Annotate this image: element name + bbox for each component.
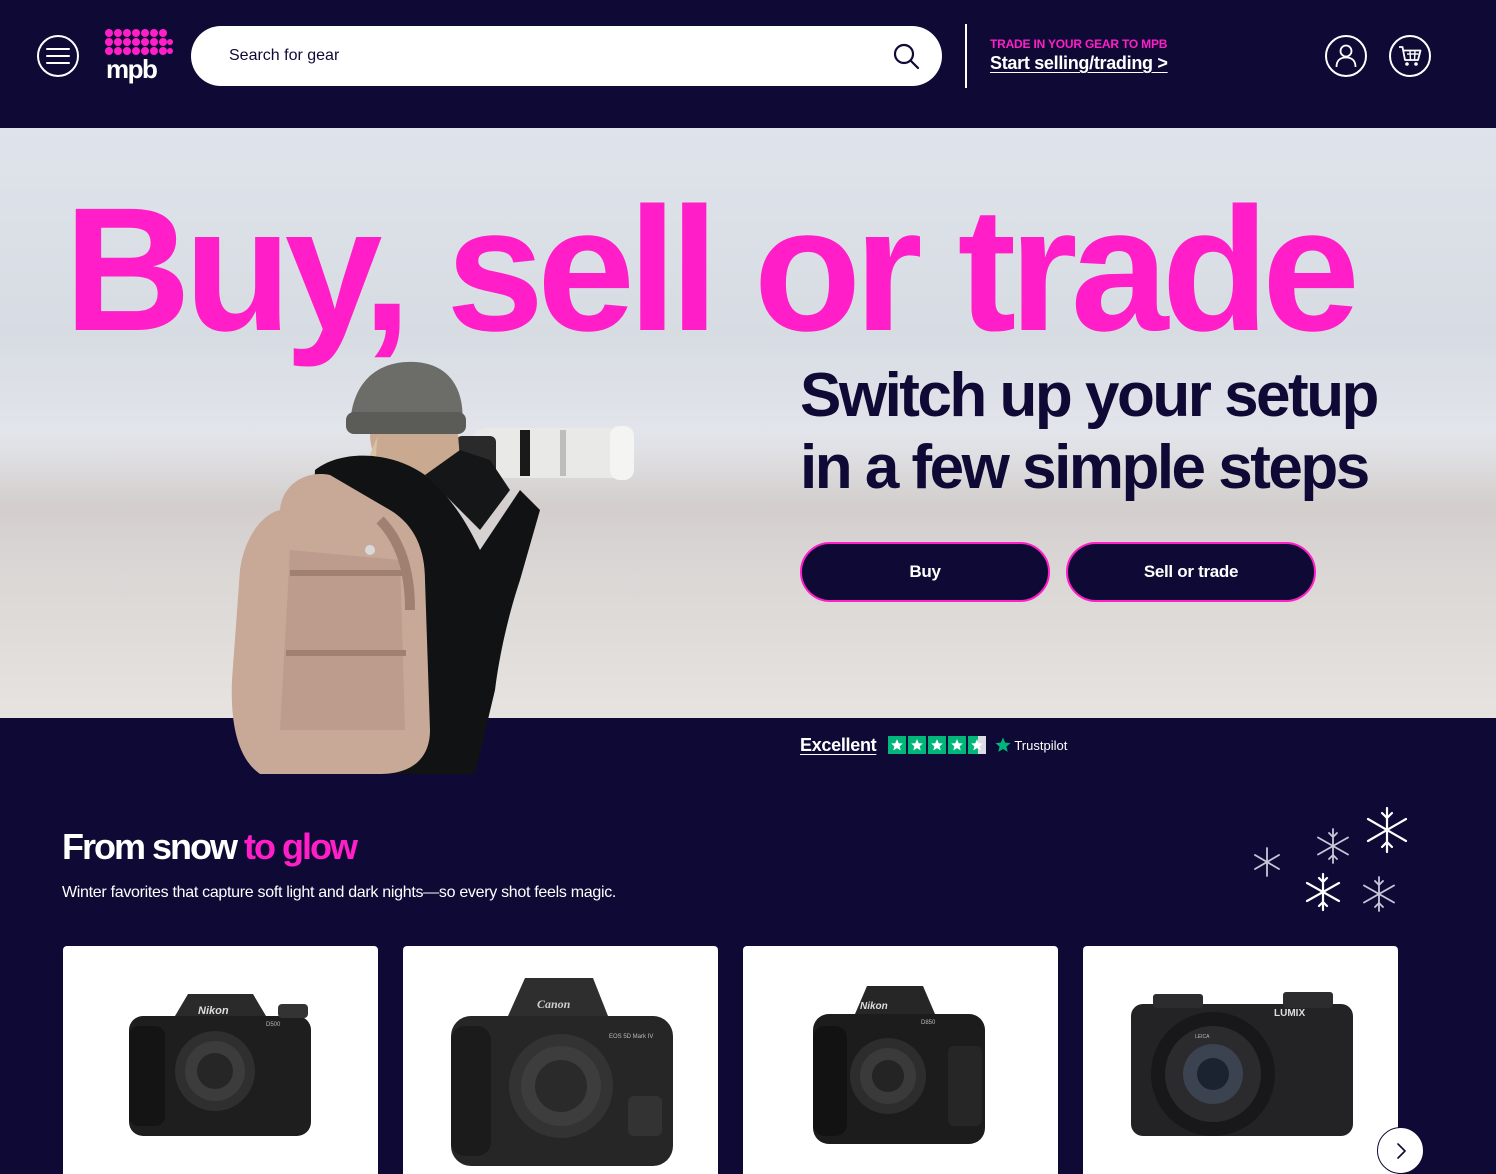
nikon-d850-camera-image: Nikon D850: [813, 986, 985, 1144]
product-card[interactable]: Canon EOS 5D Mark IV: [403, 946, 718, 1174]
account-button[interactable]: [1325, 35, 1367, 77]
canon-5d-camera-image: Canon EOS 5D Mark IV: [451, 978, 673, 1166]
star-icon: [888, 736, 907, 754]
trustpilot-rating[interactable]: Excellent Trustpilot: [800, 733, 1067, 757]
photographer-image: [231, 361, 634, 774]
product-brand: Nikon: [860, 1001, 888, 1012]
product-card[interactable]: Nikon D850: [743, 946, 1058, 1174]
carousel-next-button[interactable]: [1377, 1127, 1424, 1174]
section-title-main: From snow: [62, 826, 245, 867]
product-model: D850: [921, 1020, 936, 1026]
chevron-right-icon: [1396, 1142, 1406, 1159]
snowflakes-decoration: [1254, 806, 1408, 912]
product-brand: Canon: [537, 997, 571, 1011]
product-brand: LUMIX: [1274, 1008, 1305, 1019]
nikon-d500-camera-image: Nikon D500: [129, 994, 311, 1136]
buy-button[interactable]: Buy: [800, 542, 1050, 602]
trustpilot-rating-label[interactable]: Excellent: [800, 735, 877, 756]
trustpilot-stars: [888, 736, 987, 754]
product-model: D500: [266, 1022, 281, 1028]
product-model: EOS 5D Mark IV: [609, 1034, 653, 1040]
menu-button[interactable]: [37, 35, 79, 77]
star-icon: [948, 736, 967, 754]
trustpilot-logo[interactable]: Trustpilot: [994, 736, 1067, 754]
logo-wordmark: mpb: [106, 54, 157, 84]
start-selling-link[interactable]: Start selling/trading >: [990, 53, 1168, 74]
search-icon[interactable]: [892, 42, 920, 70]
star-icon: [908, 736, 927, 754]
product-card[interactable]: LUMIX LEICA: [1083, 946, 1398, 1174]
section-subtitle: Winter favorites that capture soft light…: [62, 884, 617, 901]
trade-kicker: TRADE IN YOUR GEAR TO MPB: [990, 37, 1168, 51]
lumix-camera-image: LUMIX LEICA: [1131, 992, 1353, 1136]
section-title: From snow to glow: [62, 826, 358, 868]
product-model: LEICA: [1195, 1034, 1210, 1040]
star-icon: [928, 736, 947, 754]
cart-button[interactable]: [1389, 35, 1431, 77]
mpb-logo[interactable]: mpb: [104, 28, 174, 84]
search-input[interactable]: [229, 26, 869, 86]
product-card[interactable]: Nikon D500: [63, 946, 378, 1174]
trustpilot-brand: Trustpilot: [1014, 737, 1068, 753]
search-bar: [191, 26, 942, 86]
hero-title: Buy, sell or trade: [64, 172, 1360, 368]
product-brand: Nikon: [198, 1005, 229, 1017]
user-icon: [1335, 44, 1357, 68]
cart-icon: [1399, 46, 1422, 66]
section-title-accent: to glow: [244, 826, 358, 867]
half-star-icon: [968, 736, 987, 754]
trustpilot-star-icon: [995, 737, 1011, 752]
sell-or-trade-button[interactable]: Sell or trade: [1066, 542, 1316, 602]
header-divider: [965, 24, 967, 88]
hero-subtitle: Switch up your setup in a few simple ste…: [800, 361, 1379, 502]
site-header: mpb TRADE IN YOUR GEAR TO MPB Start sell…: [0, 0, 1496, 128]
hamburger-icon: [46, 48, 70, 64]
